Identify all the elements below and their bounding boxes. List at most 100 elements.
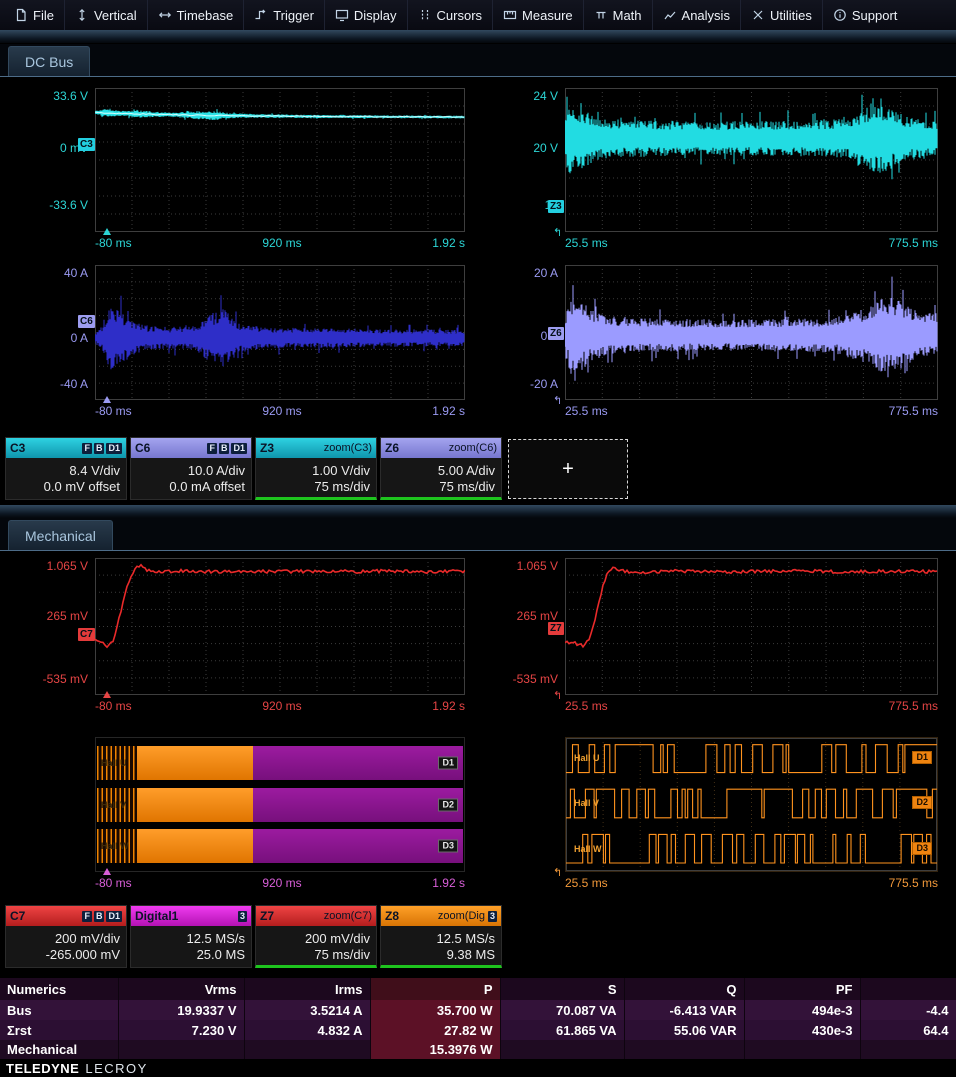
flag-badge: D1	[106, 443, 122, 454]
descriptor-z8[interactable]: Z8 zoom(Dig 3 12.5 MS/s 9.38 MS	[380, 905, 502, 968]
menu-item-utilities[interactable]: Utilities	[740, 0, 822, 30]
tab-mechanical[interactable]: Mechanical	[8, 520, 113, 550]
y-tick-label: -33.6 V	[49, 198, 88, 212]
descriptor-c6[interactable]: C6 F B D1 10.0 A/div 0.0 mA offset	[130, 437, 252, 500]
zoom-position-arrow: ↰	[553, 691, 562, 701]
x-tick-label: 25.5 ms	[565, 699, 608, 713]
c7-channel-marker[interactable]: C7	[78, 628, 95, 641]
numerics-row-bus[interactable]: Bus 19.9337 V 3.5214 A 35.700 W 70.087 V…	[0, 1000, 956, 1020]
c6-waveform	[95, 265, 465, 400]
flag-badge: F	[82, 443, 92, 454]
cell-value	[244, 1040, 370, 1059]
z7-channel-marker[interactable]: Z7	[548, 622, 564, 635]
trigger-marker[interactable]	[103, 691, 111, 698]
trigger-marker[interactable]	[103, 228, 111, 235]
menu-item-vertical[interactable]: Vertical	[64, 0, 147, 30]
flag-badge: D1	[106, 911, 122, 922]
descriptor-subtitle: zoom(C6)	[449, 442, 497, 454]
oscilloscope-screen: File Vertical Timebase Trigger Display C…	[0, 0, 956, 1077]
trigger-marker[interactable]	[103, 868, 111, 875]
x-tick-label: -80 ms	[95, 404, 132, 418]
x-tick-label: 920 ms	[262, 404, 301, 418]
descriptor-c7[interactable]: C7 F B D1 200 mV/div -265.000 mV	[5, 905, 127, 968]
cell-value: 35.700 W	[370, 1000, 500, 1020]
menu-item-display[interactable]: Display	[324, 0, 407, 30]
plot-c3[interactable]: C3	[95, 88, 465, 232]
c3-channel-marker[interactable]: C3	[78, 138, 95, 151]
dc-bus-tab-bar: DC Bus	[0, 44, 956, 77]
support-icon	[833, 8, 847, 22]
z6-channel-marker[interactable]: Z6	[548, 327, 564, 340]
flag-badge: D1	[231, 443, 247, 454]
menu-item-file[interactable]: File	[4, 0, 64, 30]
digital-line-badge: D2	[438, 798, 458, 811]
plot-c6[interactable]: C6	[95, 265, 465, 400]
offset-text: 0.0 mA offset	[169, 479, 245, 494]
digital-line-badge: D3	[438, 840, 458, 853]
y-tick-label: 20 V	[533, 141, 558, 155]
descriptor-subtitle: zoom(Dig	[438, 910, 485, 922]
plot-z3[interactable]: Z3	[565, 88, 938, 232]
cell-value: 4.832 A	[244, 1020, 370, 1040]
y-tick-label: -40 A	[60, 377, 88, 391]
tab-dc-bus[interactable]: DC Bus	[8, 46, 90, 76]
measure-icon	[503, 8, 517, 22]
descriptor-z3[interactable]: Z3 zoom(C3) 1.00 V/div 75 ms/div	[255, 437, 377, 500]
c6-channel-marker[interactable]: C6	[78, 315, 95, 328]
c3-y-axis-labels: 33.6 V 0 mV -33.6 V	[24, 88, 88, 232]
menu-item-measure[interactable]: Measure	[492, 0, 583, 30]
col-header-irms: Irms	[244, 978, 370, 1000]
plot-c7[interactable]: C7	[95, 558, 465, 695]
descriptor-title: C3	[10, 441, 25, 455]
y-tick-label: 33.6 V	[53, 89, 88, 103]
digital-row-hall-v: Hall V D2	[97, 788, 463, 822]
numerics-row-sigma-rst[interactable]: Σrst 7.230 V 4.832 A 27.82 W 61.865 VA 5…	[0, 1020, 956, 1040]
descriptor-z6[interactable]: Z6 zoom(C6) 5.00 A/div 75 ms/div	[380, 437, 502, 500]
plot-z6[interactable]: Z6	[565, 265, 938, 400]
c3-x-axis-labels: -80 ms 920 ms 1.92 s	[95, 236, 465, 250]
plot-z7[interactable]: Z7	[565, 558, 938, 695]
digital-high-region	[137, 788, 252, 822]
cell-value: 15.3976 W	[370, 1040, 500, 1059]
add-trace-button[interactable]: +	[508, 439, 628, 499]
digital-low-region	[253, 829, 463, 863]
flag-badge: B	[94, 911, 105, 922]
descriptor-title: Z7	[260, 909, 274, 923]
z8-digital-panel[interactable]: Hall U D1 Hall V D2 Hall W D3	[565, 737, 938, 872]
x-tick-label: 25.5 ms	[565, 236, 608, 250]
digital-low-region	[253, 788, 463, 822]
descriptor-digital1[interactable]: Digital1 3 12.5 MS/s 25.0 MS	[130, 905, 252, 968]
trigger-marker[interactable]	[103, 396, 111, 403]
col-header-q: Q	[624, 978, 744, 1000]
flag-badge: B	[94, 443, 105, 454]
menu-item-analysis[interactable]: Analysis	[652, 0, 740, 30]
lecroy-logo-text: LECROY	[85, 1061, 147, 1076]
digital-high-region	[137, 746, 252, 780]
cell-value: 7.230 V	[118, 1020, 244, 1040]
menu-item-cursors[interactable]: Cursors	[407, 0, 493, 30]
menu-item-support[interactable]: Support	[822, 0, 908, 30]
z3-channel-marker[interactable]: Z3	[548, 200, 564, 213]
timebase-text: 75 ms/div	[439, 479, 495, 494]
z6-waveform	[565, 265, 938, 400]
menu-item-trigger[interactable]: Trigger	[243, 0, 324, 30]
x-tick-label: 775.5 ms	[889, 236, 938, 250]
descriptor-c3[interactable]: C3 F B D1 8.4 V/div 0.0 mV offset	[5, 437, 127, 500]
menu-item-math[interactable]: Math	[583, 0, 652, 30]
descriptor-title: Z3	[260, 441, 274, 455]
col-header-vrms: Vrms	[118, 978, 244, 1000]
digital-line-badge: D2	[912, 796, 932, 809]
x-tick-label: 25.5 ms	[565, 876, 608, 890]
x-tick-label: 1.92 s	[432, 876, 465, 890]
numerics-row-mechanical[interactable]: Mechanical 15.3976 W	[0, 1040, 956, 1059]
digital-row-hall-u: Hall U D1	[97, 746, 463, 780]
digital1-panel[interactable]: Hall U D1 Hall V D2 Hall W D3	[95, 737, 465, 872]
cell-value	[744, 1040, 860, 1059]
menu-item-timebase[interactable]: Timebase	[147, 0, 244, 30]
z8-x-axis-labels: 25.5 ms 775.5 ms	[565, 876, 938, 890]
descriptor-z7[interactable]: Z7 zoom(C7) 200 mV/div 75 ms/div	[255, 905, 377, 968]
digital-line-label: Hall U	[101, 758, 127, 768]
digital-line-badge: D1	[912, 751, 932, 764]
cell-value: 19.9337 V	[118, 1000, 244, 1020]
digital-line-label: Hall V	[574, 798, 599, 808]
